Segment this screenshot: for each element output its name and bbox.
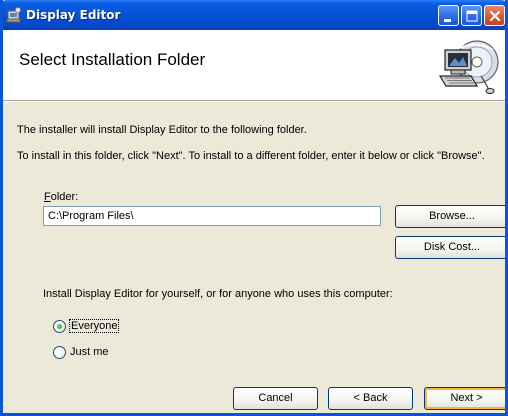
folder-label-accelerator: F <box>44 191 51 203</box>
radio-button-checked[interactable] <box>53 320 66 333</box>
page-title: Select Installation Folder <box>19 50 206 69</box>
minimize-icon <box>444 19 451 22</box>
next-button[interactable]: Next > <box>424 387 505 410</box>
instruction-line-1: The installer will install Display Edito… <box>17 124 307 136</box>
close-icon <box>489 10 501 22</box>
installer-window: Display Editor Select Installation Folde… <box>0 0 508 416</box>
minimize-button[interactable] <box>438 5 459 26</box>
instruction-line-2: To install in this folder, click "Next".… <box>17 150 485 162</box>
close-button[interactable] <box>484 5 505 26</box>
title-bar[interactable]: Display Editor <box>3 0 505 30</box>
computer-disc-icon <box>437 36 501 96</box>
back-button[interactable]: < Back <box>328 387 413 410</box>
wizard-header: Select Installation Folder <box>3 30 505 101</box>
folder-label: Folder: <box>44 191 78 203</box>
maximize-button[interactable] <box>461 5 482 26</box>
radio-selected-dot <box>57 324 62 329</box>
cancel-button[interactable]: Cancel <box>233 387 318 410</box>
radio-just-me-label[interactable]: Just me <box>70 346 109 358</box>
window-title: Display Editor <box>26 8 121 22</box>
folder-label-text: older: <box>50 191 79 203</box>
install-for-prompt: Install Display Editor for yourself, or … <box>43 288 393 300</box>
installer-app-icon <box>6 7 22 23</box>
header-divider <box>3 101 505 102</box>
disk-cost-button[interactable]: Disk Cost... <box>395 236 505 259</box>
maximize-icon <box>466 10 478 22</box>
radio-everyone-label[interactable]: Everyone <box>69 319 120 333</box>
radio-button-unchecked[interactable] <box>53 346 66 359</box>
browse-button[interactable]: Browse... <box>395 205 505 228</box>
folder-path-input[interactable] <box>43 206 381 226</box>
